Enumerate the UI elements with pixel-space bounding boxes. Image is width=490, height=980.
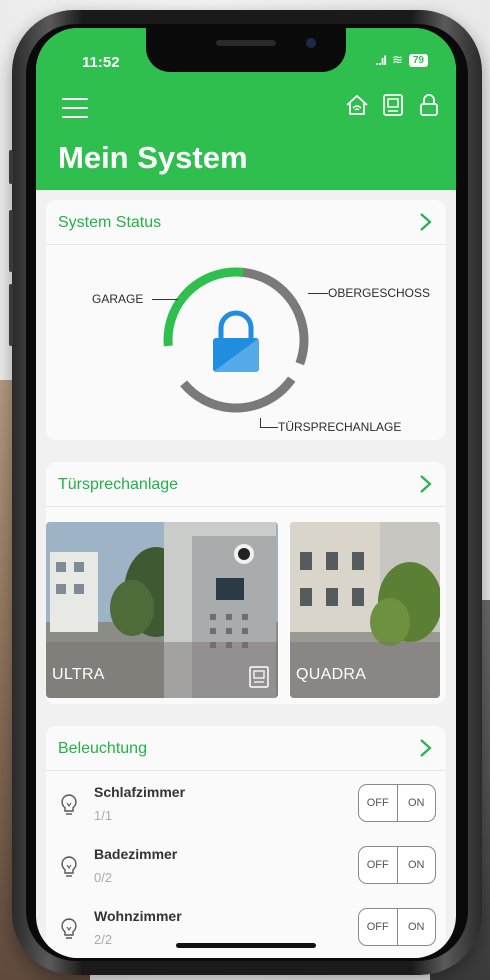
- intercom-device-icon: [249, 666, 269, 688]
- light-bulb-icon: [61, 918, 77, 939]
- lighting-header[interactable]: Beleuchtung: [46, 726, 446, 771]
- lighting-card: Beleuchtung Schlafzimmer 1/1 OFF ON Bade…: [46, 726, 446, 958]
- room-light-count: 0/2: [94, 870, 113, 885]
- padlock-icon: [213, 310, 259, 372]
- leader-line: [308, 293, 328, 294]
- light-toggle: OFF ON: [358, 784, 436, 822]
- room-name: Badezimmer: [94, 846, 178, 862]
- signal-icon: ..ıl: [375, 52, 387, 68]
- light-toggle: OFF ON: [358, 908, 436, 946]
- app-header: 11:52 ..ıl ≋ 79 Mein System: [36, 28, 456, 190]
- leader-line: [152, 299, 178, 300]
- page-title: Mein System: [58, 140, 248, 175]
- app-screen: 11:52 ..ıl ≋ 79 Mein System System Statu…: [36, 28, 456, 958]
- intercom-icon[interactable]: [380, 92, 406, 118]
- home-indicator[interactable]: [176, 943, 316, 948]
- intercom-tile-ultra[interactable]: ULTRA: [46, 522, 278, 698]
- light-bulb-icon: [61, 856, 77, 877]
- on-button[interactable]: ON: [398, 909, 436, 945]
- chevron-right-icon[interactable]: [416, 474, 434, 494]
- status-time: 11:52: [82, 54, 120, 71]
- room-light-count: 2/2: [94, 932, 113, 947]
- lighting-row-wohnzimmer: Wohnzimmer 2/2 OFF ON: [46, 900, 446, 958]
- off-button[interactable]: OFF: [359, 909, 398, 945]
- lock-icon[interactable]: [416, 92, 442, 118]
- header-actions: [344, 92, 442, 118]
- intercom-header[interactable]: Türsprechanlage: [46, 462, 446, 507]
- quadra-label: QUADRA: [296, 666, 367, 683]
- volume-up-button: [9, 210, 13, 272]
- lighting-row-badezimmer: Badezimmer 0/2 OFF ON: [46, 838, 446, 902]
- intercom-title: Türsprechanlage: [58, 476, 179, 493]
- intercom-tile-quadra[interactable]: QUADRA: [290, 522, 440, 698]
- label-obergeschoss: OBERGESCHOSS: [328, 286, 431, 300]
- home-wifi-icon[interactable]: [344, 92, 370, 118]
- system-status-title: System Status: [58, 214, 162, 231]
- status-icons: ..ıl ≋ 79: [376, 52, 428, 68]
- chevron-right-icon[interactable]: [416, 212, 434, 232]
- lighting-row-schlafzimmer: Schlafzimmer 1/1 OFF ON: [46, 776, 446, 840]
- on-button[interactable]: ON: [398, 847, 436, 883]
- light-toggle: OFF ON: [358, 846, 436, 884]
- battery-icon: 79: [408, 53, 428, 67]
- room-name: Wohnzimmer: [94, 908, 182, 924]
- intercom-card: Türsprechanlage ULTRA QUADRA: [46, 462, 446, 704]
- on-button[interactable]: ON: [398, 785, 436, 821]
- chevron-right-icon[interactable]: [416, 738, 434, 758]
- system-status-ring[interactable]: [156, 260, 316, 420]
- notch: [146, 28, 346, 72]
- label-garage: GARAGE: [92, 292, 144, 306]
- off-button[interactable]: OFF: [359, 785, 398, 821]
- label-tuersprechanlage: TÜRSPRECHANLAGE: [278, 420, 402, 434]
- volume-down-button: [9, 284, 13, 346]
- off-button[interactable]: OFF: [359, 847, 398, 883]
- system-status-card: System Status GARAGE OBERGESCHOSS TÜRSPR…: [46, 200, 446, 440]
- ultra-label: ULTRA: [52, 666, 105, 683]
- leader-line: [260, 427, 278, 428]
- front-camera: [306, 38, 316, 48]
- light-bulb-icon: [61, 794, 77, 815]
- room-light-count: 1/1: [94, 808, 113, 823]
- room-name: Schlafzimmer: [94, 784, 186, 800]
- mute-switch: [9, 150, 13, 184]
- system-status-header[interactable]: System Status: [46, 200, 446, 245]
- wifi-icon: ≋: [391, 52, 403, 67]
- speaker: [216, 40, 276, 46]
- lighting-title: Beleuchtung: [58, 740, 147, 757]
- menu-icon[interactable]: [62, 98, 88, 118]
